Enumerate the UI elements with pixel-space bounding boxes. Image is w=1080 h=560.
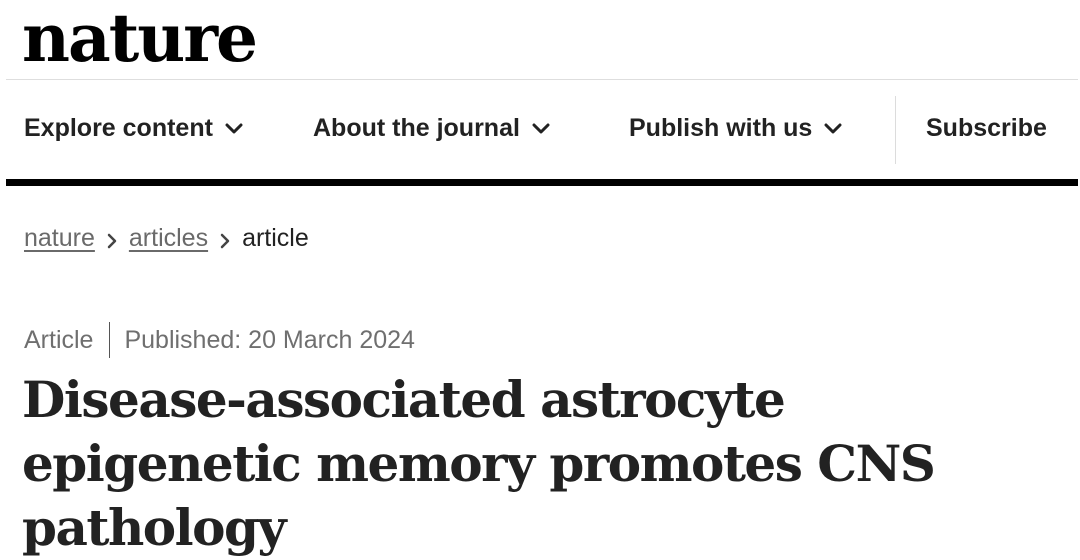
breadcrumb: nature articles article xyxy=(24,224,309,253)
chevron-down-icon xyxy=(528,119,554,139)
site-logo[interactable]: nature xyxy=(22,0,258,78)
subscribe-button[interactable]: Subscribe xyxy=(926,114,1047,143)
published-date: Published: 20 March 2024 xyxy=(124,325,415,354)
chevron-down-icon xyxy=(221,119,247,139)
header-divider xyxy=(6,79,1078,80)
article-title: Disease-associated astrocyte epigenetic … xyxy=(22,370,936,557)
breadcrumb-current: article xyxy=(242,224,309,252)
breadcrumb-nature[interactable]: nature xyxy=(24,224,95,253)
nav-separator xyxy=(895,96,896,164)
article-type: Article xyxy=(24,325,94,354)
main-nav: Explore content About the journal Publis… xyxy=(0,96,1080,166)
nav-publish-with-us[interactable]: Publish with us xyxy=(629,114,846,143)
nav-about-the-journal[interactable]: About the journal xyxy=(313,114,554,143)
chevron-right-icon xyxy=(95,229,129,249)
nav-bottom-rule xyxy=(6,179,1078,186)
nav-explore-content[interactable]: Explore content xyxy=(24,114,247,143)
breadcrumb-articles[interactable]: articles xyxy=(129,224,208,253)
subscribe-label: Subscribe xyxy=(926,114,1047,142)
article-meta: Article Published: 20 March 2024 xyxy=(24,322,415,358)
chevron-right-icon xyxy=(208,229,242,249)
meta-divider xyxy=(109,322,111,358)
chevron-down-icon xyxy=(820,119,846,139)
nav-explore-content-label: Explore content xyxy=(24,114,213,142)
nav-publish-with-us-label: Publish with us xyxy=(629,114,813,142)
nav-about-the-journal-label: About the journal xyxy=(313,114,520,142)
